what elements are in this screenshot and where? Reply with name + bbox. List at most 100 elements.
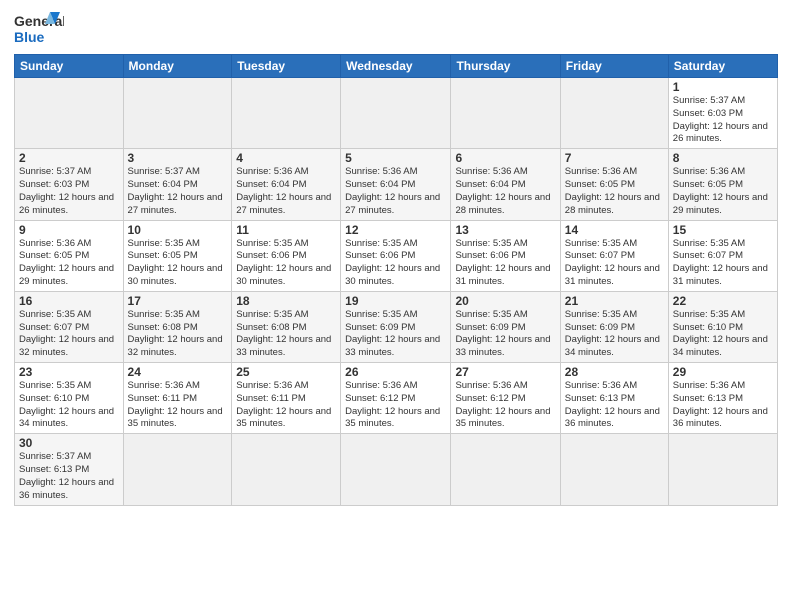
calendar-cell: 14Sunrise: 5:35 AM Sunset: 6:07 PM Dayli… bbox=[560, 220, 668, 291]
calendar-cell bbox=[232, 434, 341, 505]
day-number: 5 bbox=[345, 151, 446, 165]
calendar-cell bbox=[451, 434, 560, 505]
calendar-week-3: 9Sunrise: 5:36 AM Sunset: 6:05 PM Daylig… bbox=[15, 220, 778, 291]
calendar-cell bbox=[341, 78, 451, 149]
day-info: Sunrise: 5:36 AM Sunset: 6:04 PM Dayligh… bbox=[236, 166, 336, 217]
day-info: Sunrise: 5:37 AM Sunset: 6:03 PM Dayligh… bbox=[673, 95, 773, 146]
day-number: 16 bbox=[19, 294, 119, 308]
day-info: Sunrise: 5:35 AM Sunset: 6:08 PM Dayligh… bbox=[128, 309, 228, 360]
calendar-cell: 15Sunrise: 5:35 AM Sunset: 6:07 PM Dayli… bbox=[668, 220, 777, 291]
calendar-cell: 16Sunrise: 5:35 AM Sunset: 6:07 PM Dayli… bbox=[15, 291, 124, 362]
day-number: 29 bbox=[673, 365, 773, 379]
calendar-cell bbox=[560, 434, 668, 505]
day-info: Sunrise: 5:37 AM Sunset: 6:03 PM Dayligh… bbox=[19, 166, 119, 217]
calendar-cell bbox=[668, 434, 777, 505]
calendar-week-2: 2Sunrise: 5:37 AM Sunset: 6:03 PM Daylig… bbox=[15, 149, 778, 220]
calendar-header-row: SundayMondayTuesdayWednesdayThursdayFrid… bbox=[15, 55, 778, 78]
day-info: Sunrise: 5:36 AM Sunset: 6:12 PM Dayligh… bbox=[345, 380, 446, 431]
calendar-header-wednesday: Wednesday bbox=[341, 55, 451, 78]
day-info: Sunrise: 5:36 AM Sunset: 6:05 PM Dayligh… bbox=[565, 166, 664, 217]
day-info: Sunrise: 5:36 AM Sunset: 6:13 PM Dayligh… bbox=[565, 380, 664, 431]
calendar-cell: 1Sunrise: 5:37 AM Sunset: 6:03 PM Daylig… bbox=[668, 78, 777, 149]
day-info: Sunrise: 5:35 AM Sunset: 6:06 PM Dayligh… bbox=[345, 238, 446, 289]
calendar: SundayMondayTuesdayWednesdayThursdayFrid… bbox=[14, 54, 778, 506]
day-number: 21 bbox=[565, 294, 664, 308]
calendar-cell: 2Sunrise: 5:37 AM Sunset: 6:03 PM Daylig… bbox=[15, 149, 124, 220]
day-number: 30 bbox=[19, 436, 119, 450]
day-info: Sunrise: 5:35 AM Sunset: 6:09 PM Dayligh… bbox=[565, 309, 664, 360]
day-number: 24 bbox=[128, 365, 228, 379]
day-number: 11 bbox=[236, 223, 336, 237]
day-number: 26 bbox=[345, 365, 446, 379]
day-number: 27 bbox=[455, 365, 555, 379]
calendar-cell: 23Sunrise: 5:35 AM Sunset: 6:10 PM Dayli… bbox=[15, 363, 124, 434]
calendar-header-thursday: Thursday bbox=[451, 55, 560, 78]
day-info: Sunrise: 5:36 AM Sunset: 6:05 PM Dayligh… bbox=[673, 166, 773, 217]
calendar-cell bbox=[341, 434, 451, 505]
calendar-header-saturday: Saturday bbox=[668, 55, 777, 78]
day-number: 17 bbox=[128, 294, 228, 308]
calendar-cell: 18Sunrise: 5:35 AM Sunset: 6:08 PM Dayli… bbox=[232, 291, 341, 362]
logo-svg: GeneralBlue bbox=[14, 10, 64, 48]
day-number: 7 bbox=[565, 151, 664, 165]
day-info: Sunrise: 5:36 AM Sunset: 6:04 PM Dayligh… bbox=[345, 166, 446, 217]
calendar-cell: 13Sunrise: 5:35 AM Sunset: 6:06 PM Dayli… bbox=[451, 220, 560, 291]
calendar-cell: 27Sunrise: 5:36 AM Sunset: 6:12 PM Dayli… bbox=[451, 363, 560, 434]
day-number: 8 bbox=[673, 151, 773, 165]
calendar-header-friday: Friday bbox=[560, 55, 668, 78]
calendar-cell: 21Sunrise: 5:35 AM Sunset: 6:09 PM Dayli… bbox=[560, 291, 668, 362]
day-number: 14 bbox=[565, 223, 664, 237]
calendar-week-6: 30Sunrise: 5:37 AM Sunset: 6:13 PM Dayli… bbox=[15, 434, 778, 505]
calendar-cell: 7Sunrise: 5:36 AM Sunset: 6:05 PM Daylig… bbox=[560, 149, 668, 220]
day-info: Sunrise: 5:35 AM Sunset: 6:05 PM Dayligh… bbox=[128, 238, 228, 289]
calendar-cell: 19Sunrise: 5:35 AM Sunset: 6:09 PM Dayli… bbox=[341, 291, 451, 362]
calendar-cell: 20Sunrise: 5:35 AM Sunset: 6:09 PM Dayli… bbox=[451, 291, 560, 362]
calendar-cell: 24Sunrise: 5:36 AM Sunset: 6:11 PM Dayli… bbox=[123, 363, 232, 434]
day-number: 6 bbox=[455, 151, 555, 165]
calendar-header-monday: Monday bbox=[123, 55, 232, 78]
calendar-cell: 25Sunrise: 5:36 AM Sunset: 6:11 PM Dayli… bbox=[232, 363, 341, 434]
day-info: Sunrise: 5:37 AM Sunset: 6:13 PM Dayligh… bbox=[19, 451, 119, 502]
day-number: 4 bbox=[236, 151, 336, 165]
calendar-cell: 22Sunrise: 5:35 AM Sunset: 6:10 PM Dayli… bbox=[668, 291, 777, 362]
page: GeneralBlue SundayMondayTuesdayWednesday… bbox=[0, 0, 792, 612]
day-number: 2 bbox=[19, 151, 119, 165]
day-info: Sunrise: 5:35 AM Sunset: 6:09 PM Dayligh… bbox=[345, 309, 446, 360]
calendar-cell: 3Sunrise: 5:37 AM Sunset: 6:04 PM Daylig… bbox=[123, 149, 232, 220]
calendar-cell: 10Sunrise: 5:35 AM Sunset: 6:05 PM Dayli… bbox=[123, 220, 232, 291]
calendar-week-1: 1Sunrise: 5:37 AM Sunset: 6:03 PM Daylig… bbox=[15, 78, 778, 149]
calendar-cell bbox=[15, 78, 124, 149]
day-number: 13 bbox=[455, 223, 555, 237]
calendar-cell: 6Sunrise: 5:36 AM Sunset: 6:04 PM Daylig… bbox=[451, 149, 560, 220]
calendar-cell: 9Sunrise: 5:36 AM Sunset: 6:05 PM Daylig… bbox=[15, 220, 124, 291]
svg-text:Blue: Blue bbox=[14, 29, 45, 45]
header: GeneralBlue bbox=[14, 10, 778, 48]
calendar-cell: 8Sunrise: 5:36 AM Sunset: 6:05 PM Daylig… bbox=[668, 149, 777, 220]
day-info: Sunrise: 5:37 AM Sunset: 6:04 PM Dayligh… bbox=[128, 166, 228, 217]
day-number: 18 bbox=[236, 294, 336, 308]
calendar-cell bbox=[232, 78, 341, 149]
day-number: 1 bbox=[673, 80, 773, 94]
day-number: 28 bbox=[565, 365, 664, 379]
calendar-cell: 30Sunrise: 5:37 AM Sunset: 6:13 PM Dayli… bbox=[15, 434, 124, 505]
day-info: Sunrise: 5:35 AM Sunset: 6:06 PM Dayligh… bbox=[455, 238, 555, 289]
day-info: Sunrise: 5:35 AM Sunset: 6:10 PM Dayligh… bbox=[673, 309, 773, 360]
calendar-cell: 11Sunrise: 5:35 AM Sunset: 6:06 PM Dayli… bbox=[232, 220, 341, 291]
calendar-cell bbox=[560, 78, 668, 149]
day-info: Sunrise: 5:36 AM Sunset: 6:11 PM Dayligh… bbox=[236, 380, 336, 431]
day-number: 10 bbox=[128, 223, 228, 237]
day-info: Sunrise: 5:36 AM Sunset: 6:13 PM Dayligh… bbox=[673, 380, 773, 431]
day-number: 12 bbox=[345, 223, 446, 237]
day-info: Sunrise: 5:36 AM Sunset: 6:05 PM Dayligh… bbox=[19, 238, 119, 289]
day-number: 15 bbox=[673, 223, 773, 237]
day-number: 23 bbox=[19, 365, 119, 379]
day-info: Sunrise: 5:36 AM Sunset: 6:04 PM Dayligh… bbox=[455, 166, 555, 217]
day-info: Sunrise: 5:35 AM Sunset: 6:10 PM Dayligh… bbox=[19, 380, 119, 431]
logo: GeneralBlue bbox=[14, 10, 64, 48]
day-info: Sunrise: 5:35 AM Sunset: 6:09 PM Dayligh… bbox=[455, 309, 555, 360]
calendar-cell: 29Sunrise: 5:36 AM Sunset: 6:13 PM Dayli… bbox=[668, 363, 777, 434]
day-number: 25 bbox=[236, 365, 336, 379]
day-number: 22 bbox=[673, 294, 773, 308]
calendar-cell bbox=[451, 78, 560, 149]
calendar-cell: 17Sunrise: 5:35 AM Sunset: 6:08 PM Dayli… bbox=[123, 291, 232, 362]
